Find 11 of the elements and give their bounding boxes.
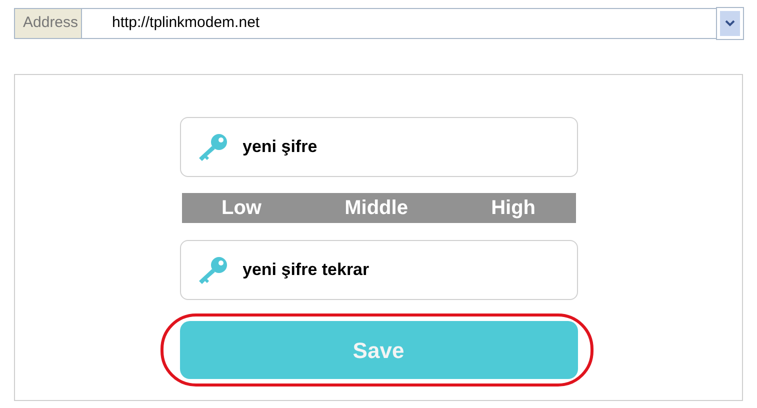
address-input[interactable]: http://tplinkmodem.net bbox=[82, 8, 717, 39]
strength-label: Low bbox=[222, 196, 262, 221]
password-input[interactable]: yeni şifre bbox=[242, 134, 386, 160]
strength-label: High bbox=[491, 196, 536, 221]
password-field[interactable]: yeni şifre tekrar bbox=[180, 240, 578, 300]
chevron-down-icon bbox=[725, 20, 735, 27]
password-field[interactable]: yeni şifre bbox=[180, 117, 578, 177]
address-label: Address bbox=[14, 8, 82, 39]
password-input[interactable]: yeni şifre tekrar bbox=[242, 257, 460, 283]
strength-label: Middle bbox=[344, 196, 408, 221]
dropdown-button[interactable] bbox=[717, 8, 743, 39]
